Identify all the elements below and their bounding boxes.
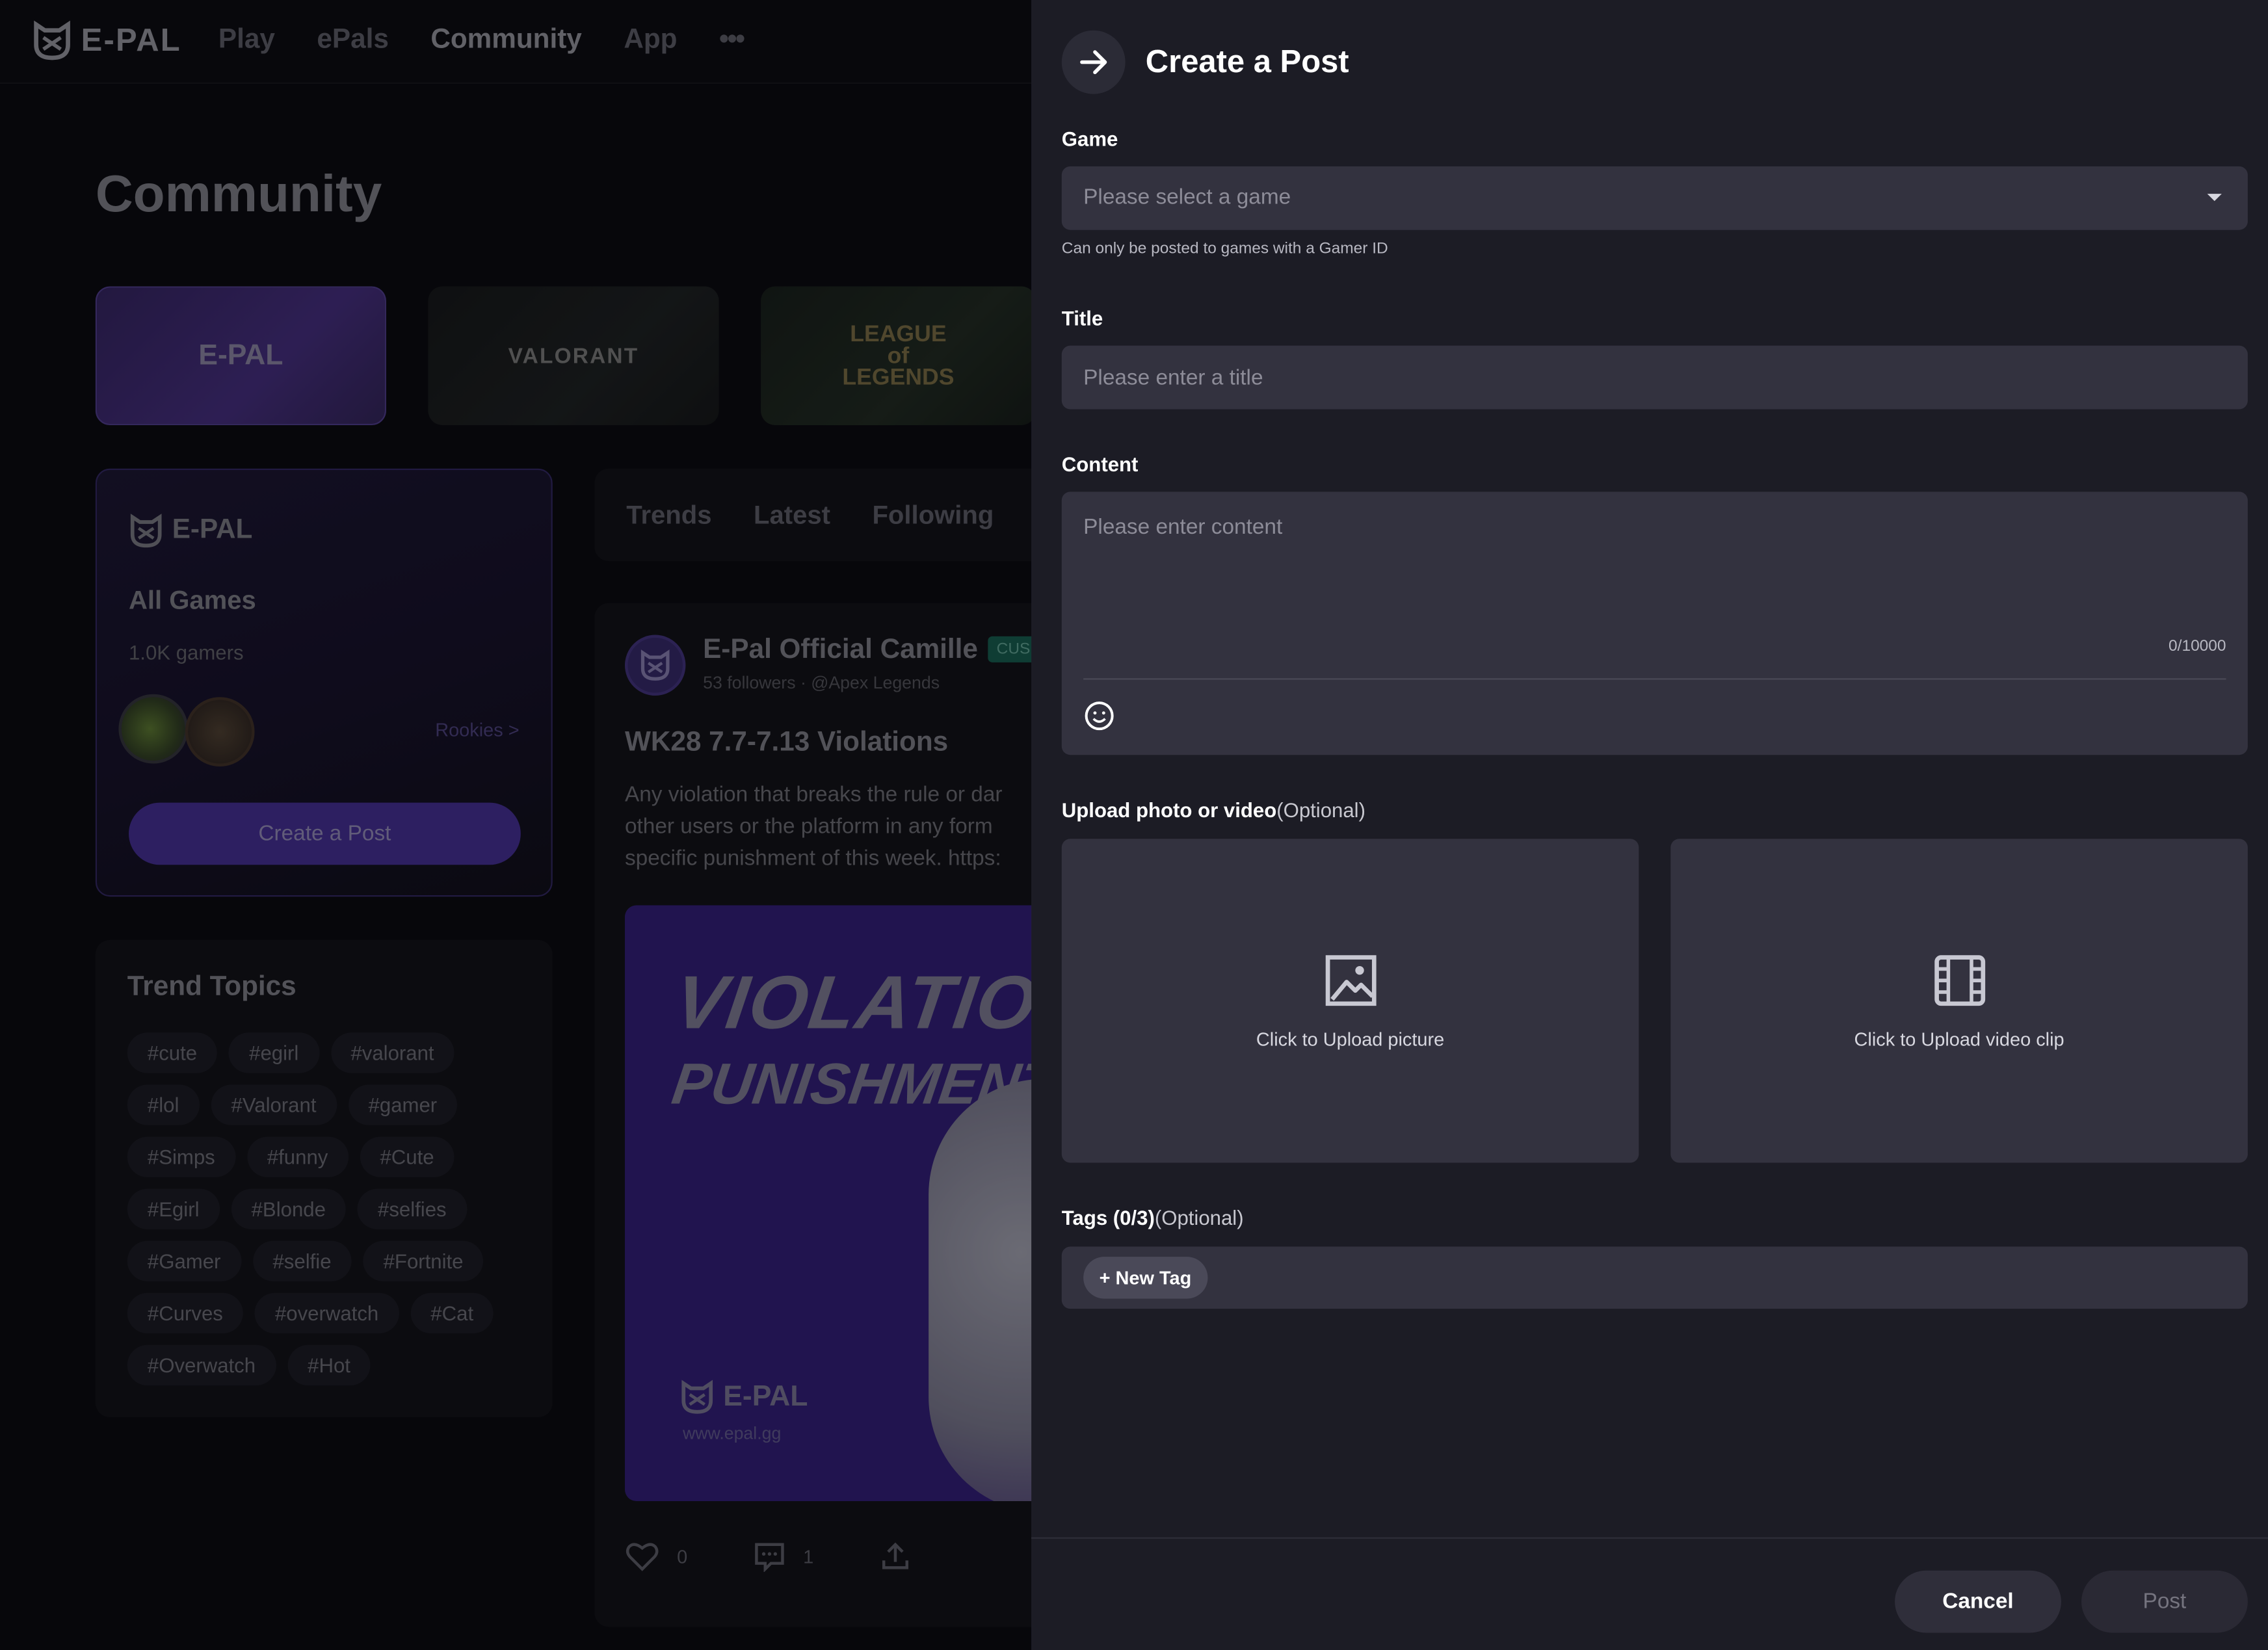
game-select-placeholder: Please select a game [1083,185,1291,210]
upload-picture-area[interactable]: Click to Upload picture [1061,839,1639,1163]
stage: E-PAL Play ePals Community App ••• Commu… [0,0,2268,1650]
modal-backdrop[interactable] [0,0,1032,1650]
new-tag-button[interactable]: + New Tag [1083,1257,1207,1299]
title-input[interactable] [1061,345,2248,410]
film-icon [1934,954,1985,1006]
content-editor: 0/10000 [1061,491,2248,755]
upload-label: Upload photo or video(Optional) [1062,798,1365,822]
tags-optional: (Optional) [1154,1206,1244,1229]
post-button[interactable]: Post [2081,1570,2248,1633]
image-icon [1325,954,1376,1006]
close-drawer-button[interactable] [1061,30,1126,94]
upload-picture-text: Click to Upload picture [1256,1027,1445,1049]
tags-field: + New Tag [1061,1246,2248,1309]
upload-optional: (Optional) [1276,798,1365,822]
arrow-right-icon [1080,50,1107,75]
game-select[interactable]: Please select a game [1061,166,2248,230]
content-textarea[interactable] [1061,491,2248,651]
drawer-title: Create a Post [1145,43,1349,80]
cancel-button[interactable]: Cancel [1895,1570,2061,1633]
upload-label-text: Upload photo or video [1061,798,1277,822]
emoji-icon[interactable] [1083,700,1115,732]
create-post-drawer: Create a Post Game Please select a game … [1031,0,2268,1650]
content-divider [1083,678,2226,680]
caret-down-icon [2207,194,2222,202]
tags-label-text: Tags (0/3) [1061,1206,1155,1229]
game-label: Game [1061,127,1118,151]
game-hint: Can only be posted to games with a Gamer… [1061,240,1388,257]
upload-video-text: Click to Upload video clip [1854,1027,2064,1049]
upload-video-area[interactable]: Click to Upload video clip [1670,839,2248,1163]
content-char-counter: 0/10000 [2169,638,2226,655]
footer-divider [1031,1537,2268,1539]
title-label: Title [1061,306,1103,330]
content-label: Content [1061,452,1139,476]
tags-label: Tags (0/3)(Optional) [1062,1206,1244,1229]
